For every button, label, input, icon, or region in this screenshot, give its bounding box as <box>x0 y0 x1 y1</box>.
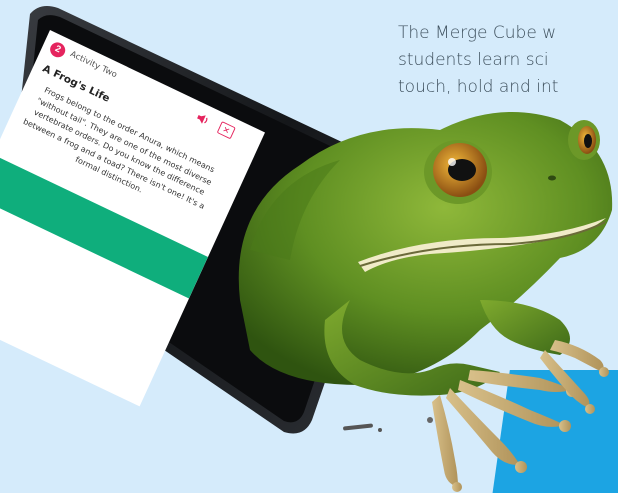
frog-illustration <box>238 112 613 492</box>
page: The Merge Cube w students learn sci touc… <box>0 0 618 493</box>
